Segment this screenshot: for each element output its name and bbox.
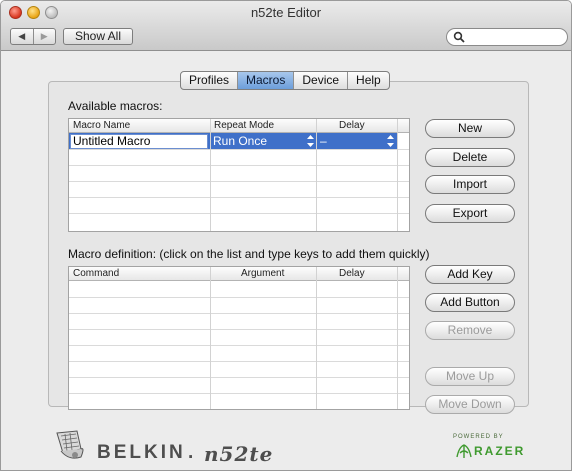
remove-button[interactable]: Remove: [425, 321, 515, 340]
delay-value[interactable]: –: [320, 134, 327, 148]
move-down-button[interactable]: Move Down: [425, 395, 515, 414]
editor-window: n52te Editor ◀ ▶ Show All Profiles Macro…: [0, 0, 572, 471]
search-field[interactable]: [446, 28, 568, 46]
razer-snake-icon: [456, 444, 472, 458]
delete-macro-button[interactable]: Delete: [425, 148, 515, 167]
column-header-def-delay[interactable]: Delay: [339, 268, 365, 279]
product-logo: n52te: [204, 442, 274, 466]
belkin-brand: BELKIN: [97, 442, 186, 463]
back-arrow-icon[interactable]: ◀: [11, 29, 33, 44]
macros-table-header: Macro Name Repeat Mode Delay: [69, 119, 409, 133]
back-forward-control: ◀ ▶: [10, 28, 56, 45]
n52te-device-icon: [56, 430, 84, 459]
tab-profiles[interactable]: Profiles: [181, 72, 237, 89]
tab-help[interactable]: Help: [347, 72, 389, 89]
available-macros-label: Available macros:: [68, 99, 163, 113]
column-header-repeat-mode[interactable]: Repeat Mode: [214, 120, 274, 131]
column-header-argument[interactable]: Argument: [241, 268, 284, 279]
definition-table[interactable]: Command Argument Delay: [68, 266, 410, 410]
powered-by-label: POWERED BY: [453, 434, 504, 440]
column-header-delay[interactable]: Delay: [339, 120, 365, 131]
tab-macros[interactable]: Macros: [237, 72, 294, 89]
export-macro-button[interactable]: Export: [425, 204, 515, 223]
macro-name-edit-field[interactable]: Untitled Macro: [70, 134, 208, 149]
belkin-brand-mark: .: [188, 442, 194, 463]
tab-device[interactable]: Device: [293, 72, 347, 89]
new-macro-button[interactable]: New: [425, 119, 515, 138]
move-up-button[interactable]: Move Up: [425, 367, 515, 386]
window-title: n52te Editor: [250, 5, 322, 20]
add-button-button[interactable]: Add Button: [425, 293, 515, 312]
repeat-mode-stepper-icon[interactable]: [307, 135, 314, 147]
show-all-button[interactable]: Show All: [63, 28, 133, 45]
macro-definition-label: Macro definition: (click on the list and…: [68, 247, 430, 261]
column-header-command[interactable]: Command: [73, 268, 119, 279]
repeat-mode-value[interactable]: Run Once: [213, 134, 267, 148]
delay-stepper-icon[interactable]: [387, 135, 394, 147]
column-header-macro-name[interactable]: Macro Name: [73, 120, 130, 131]
razer-brand: RAZER: [474, 444, 526, 458]
add-key-button[interactable]: Add Key: [425, 265, 515, 284]
forward-arrow-icon[interactable]: ▶: [32, 29, 56, 44]
search-icon: [453, 31, 465, 43]
import-macro-button[interactable]: Import: [425, 175, 515, 194]
tab-bar: Profiles Macros Device Help: [180, 71, 390, 90]
title-bar: n52te Editor ◀ ▶ Show All: [1, 1, 571, 51]
macros-table[interactable]: Macro Name Repeat Mode Delay Untitled Ma…: [68, 118, 410, 232]
definition-table-header: Command Argument Delay: [69, 267, 409, 281]
